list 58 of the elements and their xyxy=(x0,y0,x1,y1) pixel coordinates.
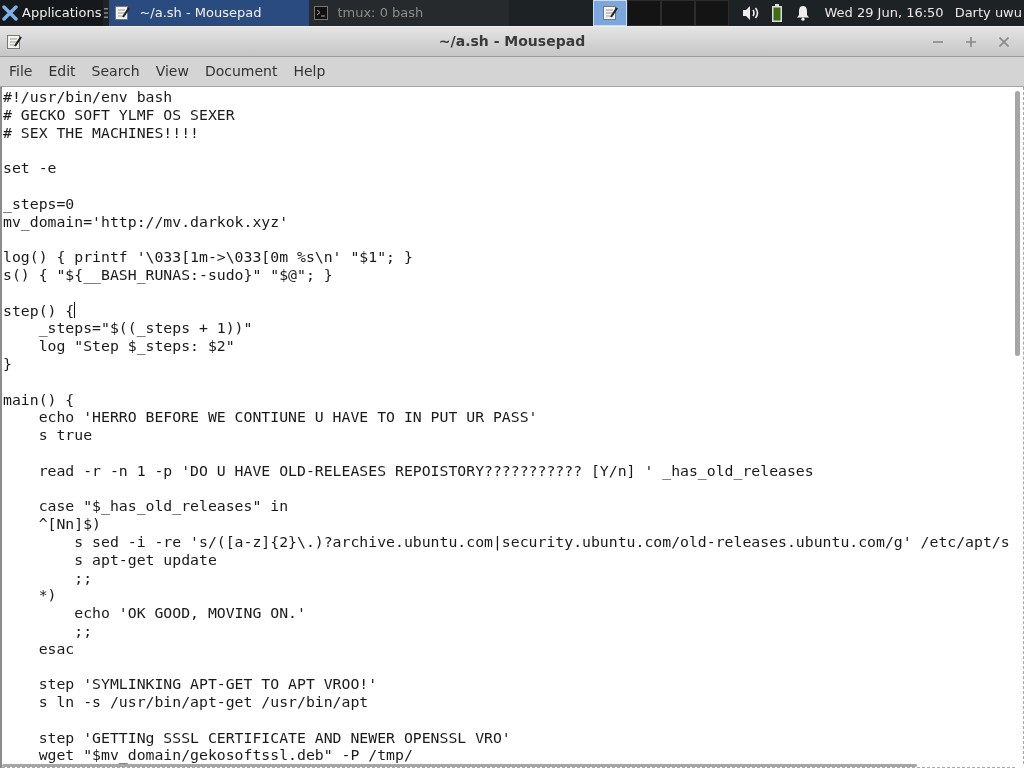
code-line: #!/usr/bin/env bash xyxy=(3,88,173,106)
code-line: ;; xyxy=(73,621,93,640)
menu-item[interactable]: View xyxy=(148,57,196,86)
clock[interactable]: Wed 29 Jun, 16:50 xyxy=(824,3,944,23)
code-line: step() { xyxy=(3,301,75,320)
code-line: log() { printf '\033[1m->\033[0m %s\n' "$1"; } xyxy=(3,248,413,266)
code-line: step 'GETTINg SSSL CERTIFICATE AND NEWER OPENSSL VRO' xyxy=(37,728,511,747)
code-line: *) xyxy=(37,586,57,605)
code-line: set -e xyxy=(3,159,57,177)
code-line: main() { xyxy=(3,390,75,409)
code-line: s ln -s /usr/bin/apt-get /usr/bin/apt xyxy=(37,693,369,711)
code-line: echo 'OK GOOD, MOVING ON.' xyxy=(73,604,306,622)
taskbar-button[interactable]: tmux: 0 bash xyxy=(309,0,510,26)
code-line: s() { "${__BASH_RUNAS:-sudo}" "$@"; } xyxy=(3,265,333,284)
minimize-icon xyxy=(933,40,943,43)
scrollbar-thumb[interactable] xyxy=(1015,91,1020,356)
applications-menu[interactable]: Applications xyxy=(0,0,104,26)
code-line: s true xyxy=(37,426,93,444)
user-name[interactable]: Darty uwu xyxy=(954,3,1022,23)
code-line: esac xyxy=(37,639,75,658)
maximize-icon xyxy=(966,36,976,47)
code-line: ;; xyxy=(73,568,93,587)
menu-item[interactable]: Document xyxy=(197,57,285,86)
code-line: log "Step $_steps: $2" xyxy=(37,337,235,355)
horizontal-scrollbar[interactable] xyxy=(2,764,1015,768)
x-logo-icon xyxy=(2,5,18,21)
close-icon xyxy=(999,36,1009,47)
volume-icon xyxy=(742,5,761,21)
code-line: case "$_has_old_releases" in xyxy=(37,497,289,516)
menu-item[interactable]: Help xyxy=(286,57,333,86)
menu-item[interactable]: Edit xyxy=(41,57,83,86)
handle-icon xyxy=(104,7,109,19)
window-title: ~/a.sh - Mousepad xyxy=(438,32,586,51)
taskbar-button[interactable]: ~/a.sh - Mousepad xyxy=(109,0,310,26)
text-editor[interactable] xyxy=(0,87,1024,768)
battery-icon xyxy=(772,4,783,22)
vertical-scrollbar[interactable] xyxy=(1015,87,1024,764)
bell-icon xyxy=(796,5,811,21)
code-line: wget "$mv_domain/gekosoftssl.deb" -P /tmp/ xyxy=(37,746,413,765)
code-line: _steps=0 xyxy=(3,194,75,213)
code-line: } xyxy=(3,354,12,373)
code-line: read -r -n 1 -p 'DO U HAVE OLD-RELEASES REPOISTORY??????????? [Y/n] ' _has_old_releases xyxy=(37,461,814,480)
notepad-icon xyxy=(114,5,131,21)
menu-item[interactable]: File xyxy=(2,57,40,86)
code-line: mv_domain='http://mv.darkok.xyz' xyxy=(3,212,289,231)
code-line: s apt-get update xyxy=(73,550,217,569)
code-line: ^[Nn]$) xyxy=(37,515,101,533)
scrollbar-thumb[interactable] xyxy=(2,764,917,767)
code-line: s sed -i -re 's/([a-z]{2}\.)?archive.ubuntu.com|security.ubuntu.com/old-releases.ubuntu.com/g' /etc/apt/s xyxy=(73,532,1010,551)
terminal-icon xyxy=(314,6,329,20)
code-line: echo 'HERRO BEFORE WE CONTIUNE U HAVE TO IN PUT UR PASS' xyxy=(37,408,538,427)
code-line: # GECKO SOFT YLMF OS SEXER xyxy=(3,105,235,124)
notepad-icon xyxy=(6,33,22,50)
code-line: # SEX THE MACHINES!!!! xyxy=(3,123,199,142)
code-line: _steps="$((_steps + 1))" xyxy=(37,319,253,338)
notepad-icon xyxy=(602,5,619,21)
code-line: step 'SYMLINKING APT-GET TO APT VROO!' xyxy=(37,675,378,694)
menu-item[interactable]: Search xyxy=(84,57,147,86)
